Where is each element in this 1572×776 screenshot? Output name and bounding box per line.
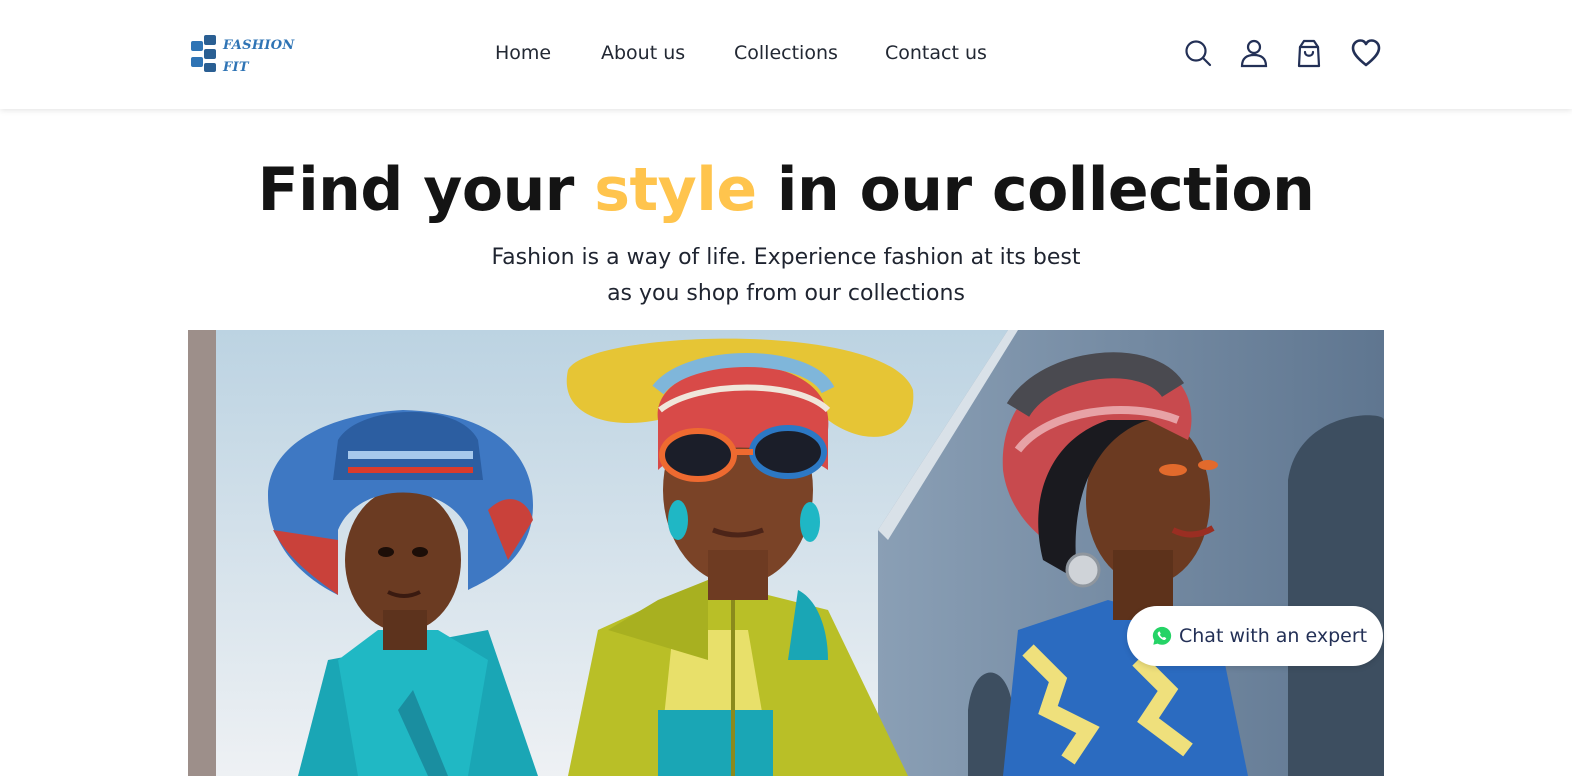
nav-home[interactable]: Home — [495, 40, 551, 66]
hero-image — [188, 330, 1384, 776]
hero-title-accent: style — [594, 155, 757, 225]
whatsapp-icon — [1152, 626, 1172, 645]
user-icon[interactable] — [1238, 37, 1270, 69]
nav-about-us[interactable]: About us — [601, 40, 685, 66]
chat-with-expert-button[interactable]: Chat with an expert — [1127, 606, 1383, 666]
header-actions — [1180, 37, 1390, 69]
hero-title-end: in our collection — [756, 155, 1315, 225]
chat-label: Chat with an expert — [1179, 625, 1368, 647]
nav-collections[interactable]: Collections — [734, 40, 838, 66]
models-illustration — [188, 330, 1384, 776]
search-icon[interactable] — [1182, 37, 1214, 69]
hero-subtitle: Fashion is a way of life. Experience fas… — [491, 245, 1081, 306]
shopping-bag-icon[interactable] — [1293, 37, 1325, 69]
heart-icon[interactable] — [1350, 37, 1382, 69]
hero-title: Find your style in our collection — [0, 150, 1572, 230]
nav-contact-us[interactable]: Contact us — [885, 40, 987, 66]
site-header: FASHION FIT Home About us Collections Co… — [0, 0, 1572, 109]
hero-title-start: Find your — [257, 155, 595, 225]
